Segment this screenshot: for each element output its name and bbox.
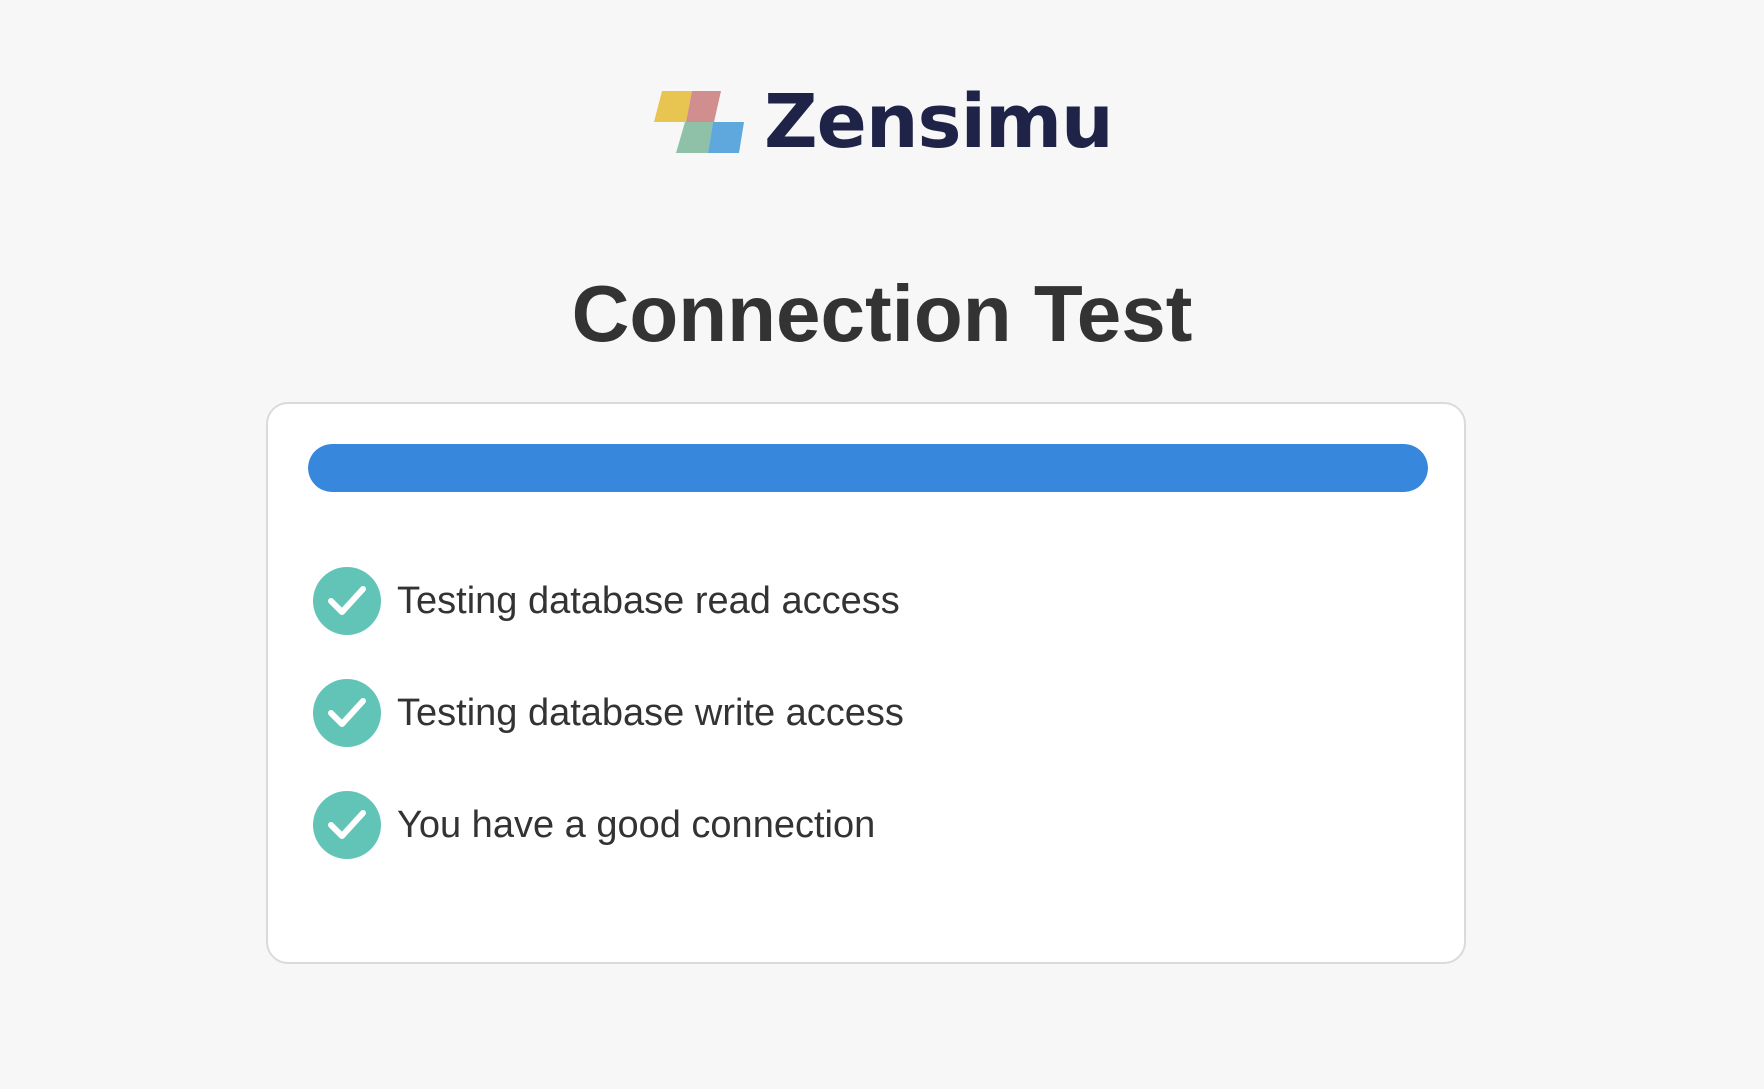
check-label: You have a good connection <box>397 804 876 846</box>
zensimu-logo-icon <box>654 91 744 153</box>
check-item-good-connection: You have a good connection <box>313 791 904 859</box>
check-circle-icon <box>313 791 381 859</box>
check-circle-icon <box>313 679 381 747</box>
check-list: Testing database read access Testing dat… <box>313 567 904 903</box>
check-label: Testing database read access <box>397 580 900 622</box>
connection-test-card: Testing database read access Testing dat… <box>266 402 1466 964</box>
progress-bar <box>308 444 1428 492</box>
logo-tile-pink <box>686 91 721 122</box>
logo-tile-green <box>676 122 713 153</box>
logo-tile-yellow <box>654 91 692 122</box>
check-label: Testing database write access <box>397 692 904 734</box>
logo-tile-blue <box>708 122 744 153</box>
check-item-write-access: Testing database write access <box>313 679 904 747</box>
check-item-read-access: Testing database read access <box>313 567 904 635</box>
page-title: Connection Test <box>571 269 1193 358</box>
check-circle-icon <box>313 567 381 635</box>
brand-logo: Zensimu <box>654 79 1114 165</box>
progress-bar-fill <box>308 444 1428 492</box>
brand-name: Zensimu <box>764 79 1114 165</box>
